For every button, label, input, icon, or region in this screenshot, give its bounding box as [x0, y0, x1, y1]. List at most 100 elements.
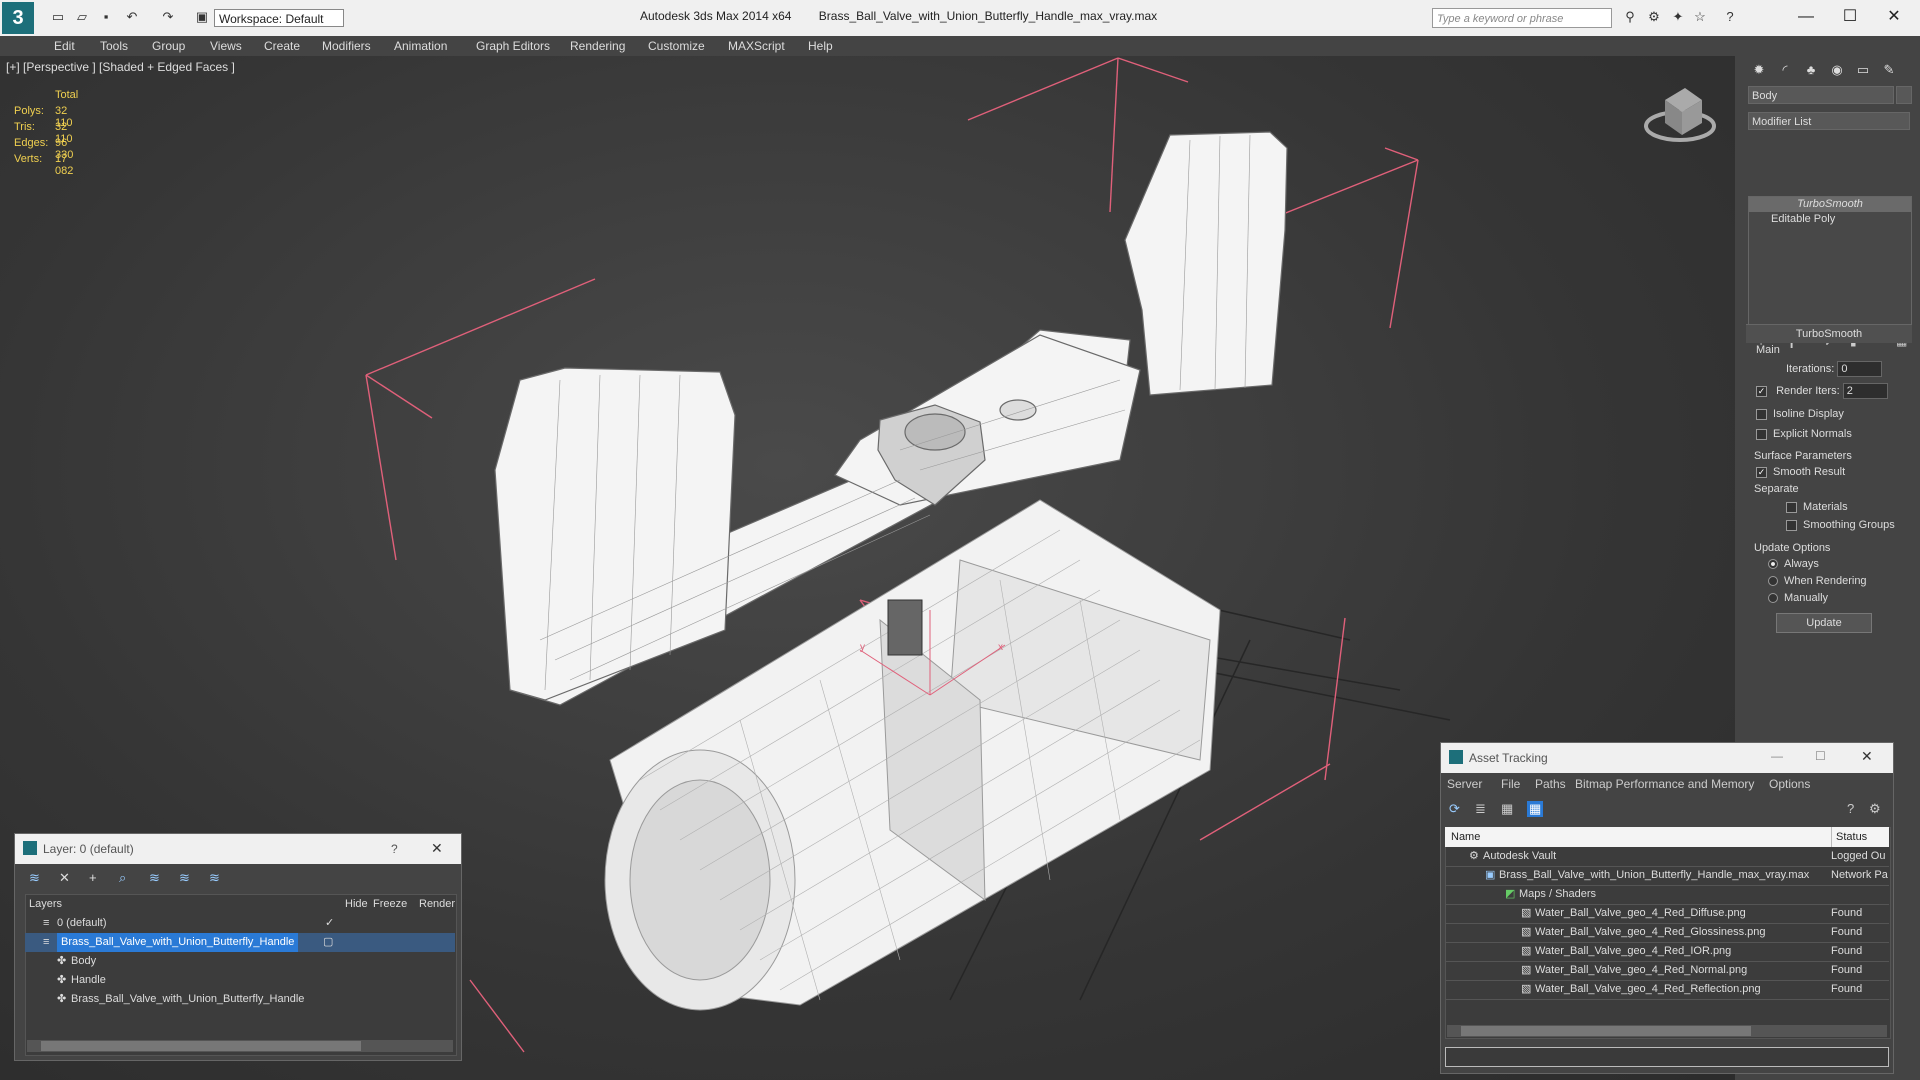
help-icon[interactable]: ? — [1722, 9, 1738, 25]
asset-menu-file[interactable]: File — [1501, 777, 1520, 791]
workspace-dropdown[interactable]: Workspace: Default — [214, 9, 344, 27]
set-current-layer-icon[interactable]: ▢ — [323, 933, 333, 952]
col-name[interactable]: Name — [1451, 827, 1480, 847]
table-row[interactable]: ▧ Water_Ball_Valve_geo_4_Red_IOR.png Fou… — [1445, 942, 1889, 962]
maximize-button[interactable]: ☐ — [1830, 4, 1870, 30]
layer-row[interactable]: ✤ Brass_Ball_Valve_with_Union_Butterfly_… — [25, 990, 455, 1009]
asset-maximize-button[interactable]: ☐ — [1815, 749, 1826, 763]
current-layer-check-icon[interactable]: ✓ — [325, 914, 334, 933]
hierarchy-tab-icon[interactable]: ♣ — [1800, 60, 1822, 80]
list-view-icon[interactable]: ≣ — [1475, 801, 1486, 817]
layer-window-titlebar[interactable]: Layer: 0 (default) ? ✕ — [15, 834, 461, 864]
menu-graph-editors[interactable]: Graph Editors — [476, 39, 550, 53]
close-button[interactable]: ✕ — [1874, 4, 1914, 30]
redo-icon[interactable]: ↷ — [160, 9, 176, 25]
motion-tab-icon[interactable]: ◉ — [1826, 60, 1848, 80]
minimize-button[interactable]: — — [1786, 4, 1826, 30]
menu-edit[interactable]: Edit — [54, 39, 75, 53]
stack-item-editable-poly[interactable]: Editable Poly — [1749, 212, 1911, 227]
new-file-icon[interactable]: ▭ — [50, 9, 66, 25]
layer-row[interactable]: ≡ 0 (default) ✓ — [25, 914, 455, 933]
menu-views[interactable]: Views — [210, 39, 242, 53]
menu-animation[interactable]: Animation — [394, 39, 447, 53]
col-render[interactable]: Render — [419, 898, 455, 910]
when-rendering-radio[interactable] — [1768, 576, 1778, 587]
stack-item-turbosmooth[interactable]: TurboSmooth — [1749, 197, 1911, 212]
viewcube-icon[interactable] — [1644, 88, 1716, 142]
table-row[interactable]: ▧ Water_Ball_Valve_geo_4_Red_Glossiness.… — [1445, 923, 1889, 943]
app-logo-icon[interactable]: 3 — [2, 2, 34, 34]
modifier-list-dropdown[interactable]: Modifier List — [1748, 112, 1910, 130]
table-view-icon[interactable]: ▦ — [1527, 801, 1544, 817]
col-layers[interactable]: Layers — [29, 898, 62, 910]
table-row[interactable]: ▧ Water_Ball_Valve_geo_4_Red_Reflection.… — [1445, 980, 1889, 1000]
manually-radio[interactable] — [1768, 593, 1778, 604]
table-row[interactable]: ◩ Maps / Shaders — [1445, 885, 1889, 905]
utilities-tab-icon[interactable]: ✎ — [1878, 60, 1900, 80]
asset-menu-bitmap[interactable]: Bitmap Performance and Memory — [1575, 777, 1754, 791]
layer-horizontal-scrollbar[interactable] — [27, 1040, 453, 1052]
menu-tools[interactable]: Tools — [100, 39, 128, 53]
table-row[interactable]: ⚙ Autodesk Vault Logged Ou — [1445, 847, 1889, 867]
rollout-title-turbosmooth[interactable]: TurboSmooth — [1746, 324, 1912, 343]
search-input[interactable]: Type a keyword or phrase — [1432, 8, 1612, 28]
display-tab-icon[interactable]: ▭ — [1852, 60, 1874, 80]
render-iters-spinner[interactable]: 2 — [1842, 383, 1888, 400]
asset-horizontal-scrollbar[interactable] — [1447, 1025, 1887, 1037]
table-row[interactable]: ▧ Water_Ball_Valve_geo_4_Red_Diffuse.png… — [1445, 904, 1889, 924]
layer-row[interactable]: ✤ Handle — [25, 971, 455, 990]
select-in-layer-icon[interactable]: ⌕ — [119, 870, 126, 886]
thumbnail-view-icon[interactable]: ▦ — [1501, 801, 1513, 817]
menu-customize[interactable]: Customize — [648, 39, 705, 53]
menu-modifiers[interactable]: Modifiers — [322, 39, 371, 53]
binoculars-icon[interactable]: ⚲ — [1622, 9, 1638, 25]
hide-all-layers-icon[interactable]: ≋ — [179, 870, 190, 886]
table-row[interactable]: ▣ Brass_Ball_Valve_with_Union_Butterfly_… — [1445, 866, 1889, 886]
favorites-star-icon[interactable]: ☆ — [1692, 9, 1708, 25]
project-folder-icon[interactable]: ▣ — [194, 9, 210, 25]
open-file-icon[interactable]: ▱ — [74, 9, 90, 25]
exchange-icon[interactable]: ✦ — [1670, 9, 1686, 25]
modify-tab-icon[interactable]: ◜ — [1774, 60, 1796, 80]
asset-menu-paths[interactable]: Paths — [1535, 777, 1566, 791]
menu-maxscript[interactable]: MAXScript — [728, 39, 785, 53]
asset-help-icon[interactable]: ? — [1847, 801, 1854, 816]
asset-menu-server[interactable]: Server — [1447, 777, 1482, 791]
delete-layer-icon[interactable]: ✕ — [59, 870, 70, 886]
add-to-layer-icon[interactable]: + — [89, 870, 97, 885]
undo-icon[interactable]: ↶ — [124, 9, 140, 25]
viewport-label[interactable]: [+] [Perspective ] [Shaded + Edged Faces… — [6, 60, 235, 74]
materials-checkbox[interactable] — [1786, 501, 1797, 513]
menu-group[interactable]: Group — [152, 39, 185, 53]
asset-path-field[interactable] — [1445, 1047, 1889, 1067]
layer-row[interactable]: ≡ Brass_Ball_Valve_with_Union_Butterfly_… — [25, 933, 455, 952]
iterations-spinner[interactable]: 0 — [1837, 361, 1883, 378]
layer-close-button[interactable]: ✕ — [431, 840, 443, 857]
layer-help-button[interactable]: ? — [391, 842, 398, 856]
object-name-field[interactable]: Body — [1748, 86, 1894, 104]
explicit-normals-checkbox[interactable] — [1756, 428, 1767, 440]
asset-menu-options[interactable]: Options — [1769, 777, 1810, 791]
asset-minimize-button[interactable]: — — [1771, 749, 1783, 763]
menu-rendering[interactable]: Rendering — [570, 39, 625, 53]
create-tab-icon[interactable]: ✹ — [1748, 60, 1770, 80]
asset-settings-icon[interactable]: ⚙ — [1869, 801, 1881, 817]
freeze-all-layers-icon[interactable]: ≋ — [209, 870, 220, 886]
refresh-icon[interactable]: ⟳ — [1449, 801, 1460, 817]
col-status[interactable]: Status — [1831, 827, 1867, 847]
update-button[interactable]: Update — [1776, 613, 1872, 633]
menu-create[interactable]: Create — [264, 39, 300, 53]
table-row[interactable]: ▧ Water_Ball_Valve_geo_4_Red_Normal.png … — [1445, 961, 1889, 981]
communication-icon[interactable]: ⚙ — [1646, 9, 1662, 25]
asset-window-titlebar[interactable]: Asset Tracking — ☐ ✕ — [1441, 743, 1893, 773]
layer-row[interactable]: ✤ Body — [25, 952, 455, 971]
always-radio[interactable] — [1768, 559, 1778, 570]
smoothing-groups-checkbox[interactable] — [1786, 519, 1797, 531]
highlight-layer-icon[interactable]: ≋ — [149, 870, 160, 886]
col-hide[interactable]: Hide — [345, 898, 368, 910]
menu-help[interactable]: Help — [808, 39, 833, 53]
col-freeze[interactable]: Freeze — [373, 898, 407, 910]
isoline-display-checkbox[interactable] — [1756, 408, 1767, 420]
save-file-icon[interactable]: ▪ — [98, 9, 114, 25]
smooth-result-checkbox[interactable]: ✓ — [1756, 466, 1767, 478]
